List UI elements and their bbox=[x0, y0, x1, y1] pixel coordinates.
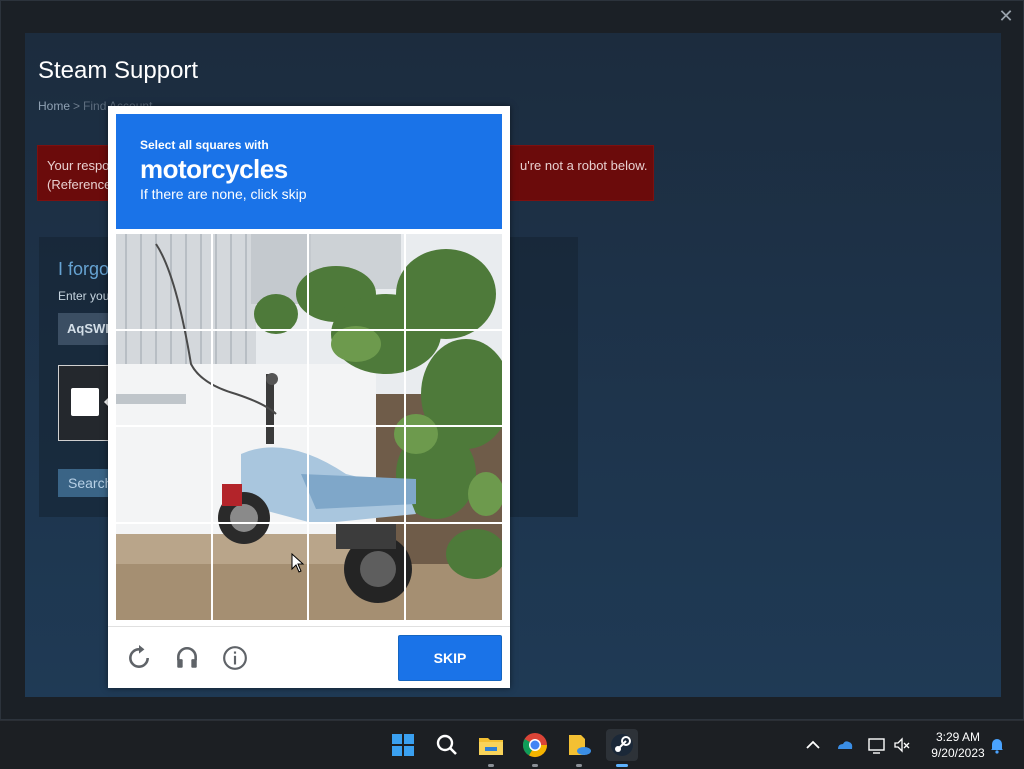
windows-start-icon[interactable] bbox=[387, 729, 419, 761]
captcha-footer: SKIP bbox=[108, 626, 510, 689]
onedrive-cloud-icon[interactable] bbox=[835, 735, 855, 755]
captcha-tile[interactable] bbox=[116, 523, 213, 620]
app-running-indicator bbox=[488, 764, 494, 767]
captcha-tile[interactable] bbox=[405, 427, 502, 524]
app-running-indicator bbox=[532, 764, 538, 767]
audio-icon[interactable] bbox=[174, 645, 200, 671]
file-explorer-icon[interactable] bbox=[475, 729, 507, 767]
steam-taskbar-icon[interactable] bbox=[606, 729, 638, 767]
breadcrumb-separator: > bbox=[73, 99, 81, 113]
captcha-tile[interactable] bbox=[212, 234, 309, 331]
volume-muted-icon[interactable] bbox=[892, 735, 912, 755]
clock-time: 3:29 AM bbox=[935, 730, 981, 744]
captcha-tile[interactable] bbox=[116, 427, 213, 524]
breadcrumb-home[interactable]: Home bbox=[38, 99, 70, 113]
recaptcha-checkbox[interactable] bbox=[71, 388, 99, 416]
form-heading: I forgo bbox=[58, 259, 110, 279]
chevron-up-icon[interactable] bbox=[803, 735, 823, 755]
reload-icon[interactable] bbox=[126, 645, 152, 671]
captcha-target: motorcycles bbox=[140, 154, 288, 184]
captcha-hint: If there are none, click skip bbox=[140, 186, 307, 202]
captcha-tile[interactable] bbox=[309, 523, 406, 620]
captcha-tile[interactable] bbox=[405, 234, 502, 331]
chrome-icon[interactable] bbox=[519, 729, 551, 767]
skip-button[interactable]: SKIP bbox=[398, 635, 502, 681]
captcha-challenge-dialog: Select all squares with motorcycles If t… bbox=[108, 106, 510, 688]
onedrive-files-icon[interactable] bbox=[563, 729, 595, 767]
error-line1-start: Your respo bbox=[47, 158, 110, 173]
search-button[interactable]: Search bbox=[58, 469, 114, 497]
network-icon[interactable] bbox=[867, 735, 887, 755]
captcha-tile[interactable] bbox=[309, 330, 406, 427]
app-active-indicator bbox=[616, 764, 628, 767]
close-icon[interactable]: ✕ bbox=[997, 7, 1015, 25]
captcha-tile[interactable] bbox=[212, 427, 309, 524]
captcha-tiles bbox=[116, 234, 502, 620]
page-title: Steam Support bbox=[38, 57, 199, 84]
captcha-tile[interactable] bbox=[212, 330, 309, 427]
app-running-indicator bbox=[576, 764, 582, 767]
captcha-tile[interactable] bbox=[116, 330, 213, 427]
search-icon[interactable] bbox=[431, 729, 463, 761]
captcha-tile[interactable] bbox=[116, 234, 213, 331]
taskbar-clock[interactable]: 3:29 AM 9/20/2023 bbox=[920, 729, 996, 761]
account-field-label: Enter you bbox=[58, 289, 110, 303]
captcha-tile[interactable] bbox=[406, 524, 503, 621]
clock-date: 9/20/2023 bbox=[931, 746, 985, 760]
captcha-tile[interactable] bbox=[309, 427, 406, 524]
captcha-instruction: Select all squares with bbox=[140, 138, 269, 152]
notification-bell-icon[interactable] bbox=[987, 735, 1007, 755]
captcha-image-grid bbox=[116, 234, 502, 620]
taskbar: 3:29 AM 9/20/2023 bbox=[0, 720, 1024, 769]
captcha-tile[interactable] bbox=[405, 331, 502, 427]
mouse-pointer-icon bbox=[291, 553, 305, 573]
error-line1-end: u're not a robot below. bbox=[520, 158, 648, 173]
info-icon[interactable] bbox=[222, 645, 248, 671]
captcha-tile[interactable] bbox=[309, 234, 406, 331]
captcha-header: Select all squares with motorcycles If t… bbox=[116, 114, 502, 229]
